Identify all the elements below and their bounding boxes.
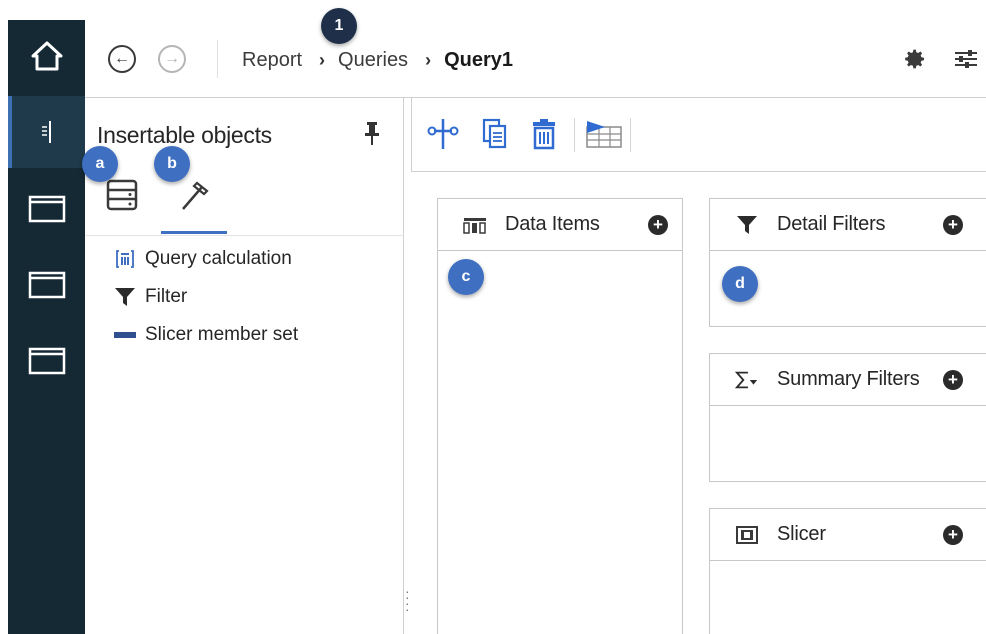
view-tabular-data-button[interactable]	[584, 116, 624, 152]
add-data-item-button[interactable]: +	[648, 215, 668, 235]
copy-icon	[482, 118, 507, 149]
forward-button[interactable]: →	[158, 45, 186, 73]
report-outline-button[interactable]	[8, 96, 85, 168]
slicer-icon	[735, 525, 759, 545]
list-item-slicer-member-set[interactable]: Slicer member set	[113, 324, 298, 346]
properties-button[interactable]	[953, 47, 979, 77]
slicer-title: Slicer	[777, 523, 826, 545]
pin-icon	[365, 122, 379, 145]
plus-icon: +	[948, 525, 958, 544]
tab-data-source[interactable]	[95, 178, 149, 234]
copy-button[interactable]	[478, 116, 512, 152]
folder-icon	[28, 195, 65, 223]
summary-filters-zone[interactable]: Summary Filters +	[709, 353, 986, 482]
plus-icon: +	[948, 215, 958, 234]
plus-icon: +	[653, 215, 663, 234]
settings-button[interactable]	[903, 47, 927, 77]
callout-badge-c: c	[448, 259, 484, 295]
list-item-label: Filter	[145, 286, 188, 307]
slicer-header: Slicer +	[710, 509, 986, 561]
summary-filters-header: Summary Filters +	[710, 354, 986, 406]
sum-filter-icon	[735, 370, 759, 390]
detail-filters-header: Detail Filters +	[710, 199, 986, 251]
chevron-right-icon: ›	[425, 50, 432, 70]
sliders-icon	[955, 50, 977, 68]
left-nav-rail	[8, 20, 85, 634]
panel-title: Insertable objects	[97, 122, 272, 148]
callout-badge-a: a	[82, 146, 118, 182]
filter-icon	[113, 287, 137, 307]
chevron-right-icon: ›	[319, 50, 326, 70]
panel-resize-handle[interactable]: · · · ·	[405, 584, 410, 616]
slicer-member-set-icon	[113, 325, 137, 345]
data-items-header: Data Items +	[438, 199, 682, 251]
list-item-query-calculation[interactable]: Query calculation	[113, 248, 292, 270]
add-detail-filter-button[interactable]: +	[943, 215, 963, 235]
detail-filters-title: Detail Filters	[777, 213, 886, 235]
callout-badge-d: d	[722, 266, 758, 302]
summary-filters-title: Summary Filters	[777, 368, 920, 390]
data-items-title: Data Items	[505, 213, 600, 235]
cut-icon	[427, 119, 459, 149]
folder-button-1[interactable]	[8, 172, 85, 244]
folder-icon	[28, 271, 65, 299]
add-summary-filter-button[interactable]: +	[943, 370, 963, 390]
tab-toolbox[interactable]	[167, 178, 221, 234]
gear-icon	[905, 49, 924, 69]
view-tabular-data-icon	[586, 121, 622, 148]
delete-button[interactable]	[527, 116, 561, 152]
plus-icon: +	[948, 370, 958, 389]
tab-selected-indicator	[161, 231, 227, 234]
app-header: ← → Report › Queries › Query1	[85, 20, 986, 98]
slicer-zone[interactable]: Slicer +	[709, 508, 986, 634]
folder-button-2[interactable]	[8, 248, 85, 320]
arrow-right-circle-icon: →	[164, 50, 180, 67]
filter-icon	[735, 215, 759, 235]
home-button[interactable]	[8, 20, 85, 92]
data-source-icon	[106, 179, 138, 211]
detail-filters-zone[interactable]: Detail Filters +	[709, 198, 986, 327]
callout-badge-1: 1	[321, 8, 357, 44]
query-toolbar	[411, 98, 986, 172]
insertable-objects-panel: Insertable objects Query calculation Fil…	[85, 98, 410, 634]
list-item-label: Slicer member set	[145, 324, 299, 345]
tabs-divider	[85, 235, 404, 236]
report-outline-icon	[41, 121, 51, 143]
add-slicer-button[interactable]: +	[943, 525, 963, 545]
toolbar-divider	[630, 118, 631, 152]
cut-button[interactable]	[426, 116, 460, 152]
query-calculation-icon	[113, 249, 137, 269]
delete-icon	[533, 119, 555, 150]
breadcrumb-query1: Query1	[444, 49, 513, 71]
toolbox-hammer-icon	[182, 181, 209, 210]
data-items-icon	[463, 216, 487, 234]
toolbar-divider	[574, 118, 575, 152]
breadcrumb-report[interactable]: Report	[242, 49, 302, 72]
back-button[interactable]: ←	[108, 45, 136, 73]
folder-icon	[28, 347, 65, 375]
header-divider	[217, 40, 218, 78]
arrow-left-circle-icon: ←	[114, 50, 130, 67]
home-icon	[31, 41, 62, 71]
list-item-label: Query calculation	[145, 248, 292, 269]
callout-badge-b: b	[154, 146, 190, 182]
breadcrumb-queries[interactable]: Queries	[338, 49, 408, 72]
folder-button-3[interactable]	[8, 324, 85, 396]
list-item-filter[interactable]: Filter	[113, 286, 187, 308]
breadcrumb: Report › Queries › Query1	[242, 49, 513, 72]
pin-button[interactable]	[363, 120, 381, 152]
